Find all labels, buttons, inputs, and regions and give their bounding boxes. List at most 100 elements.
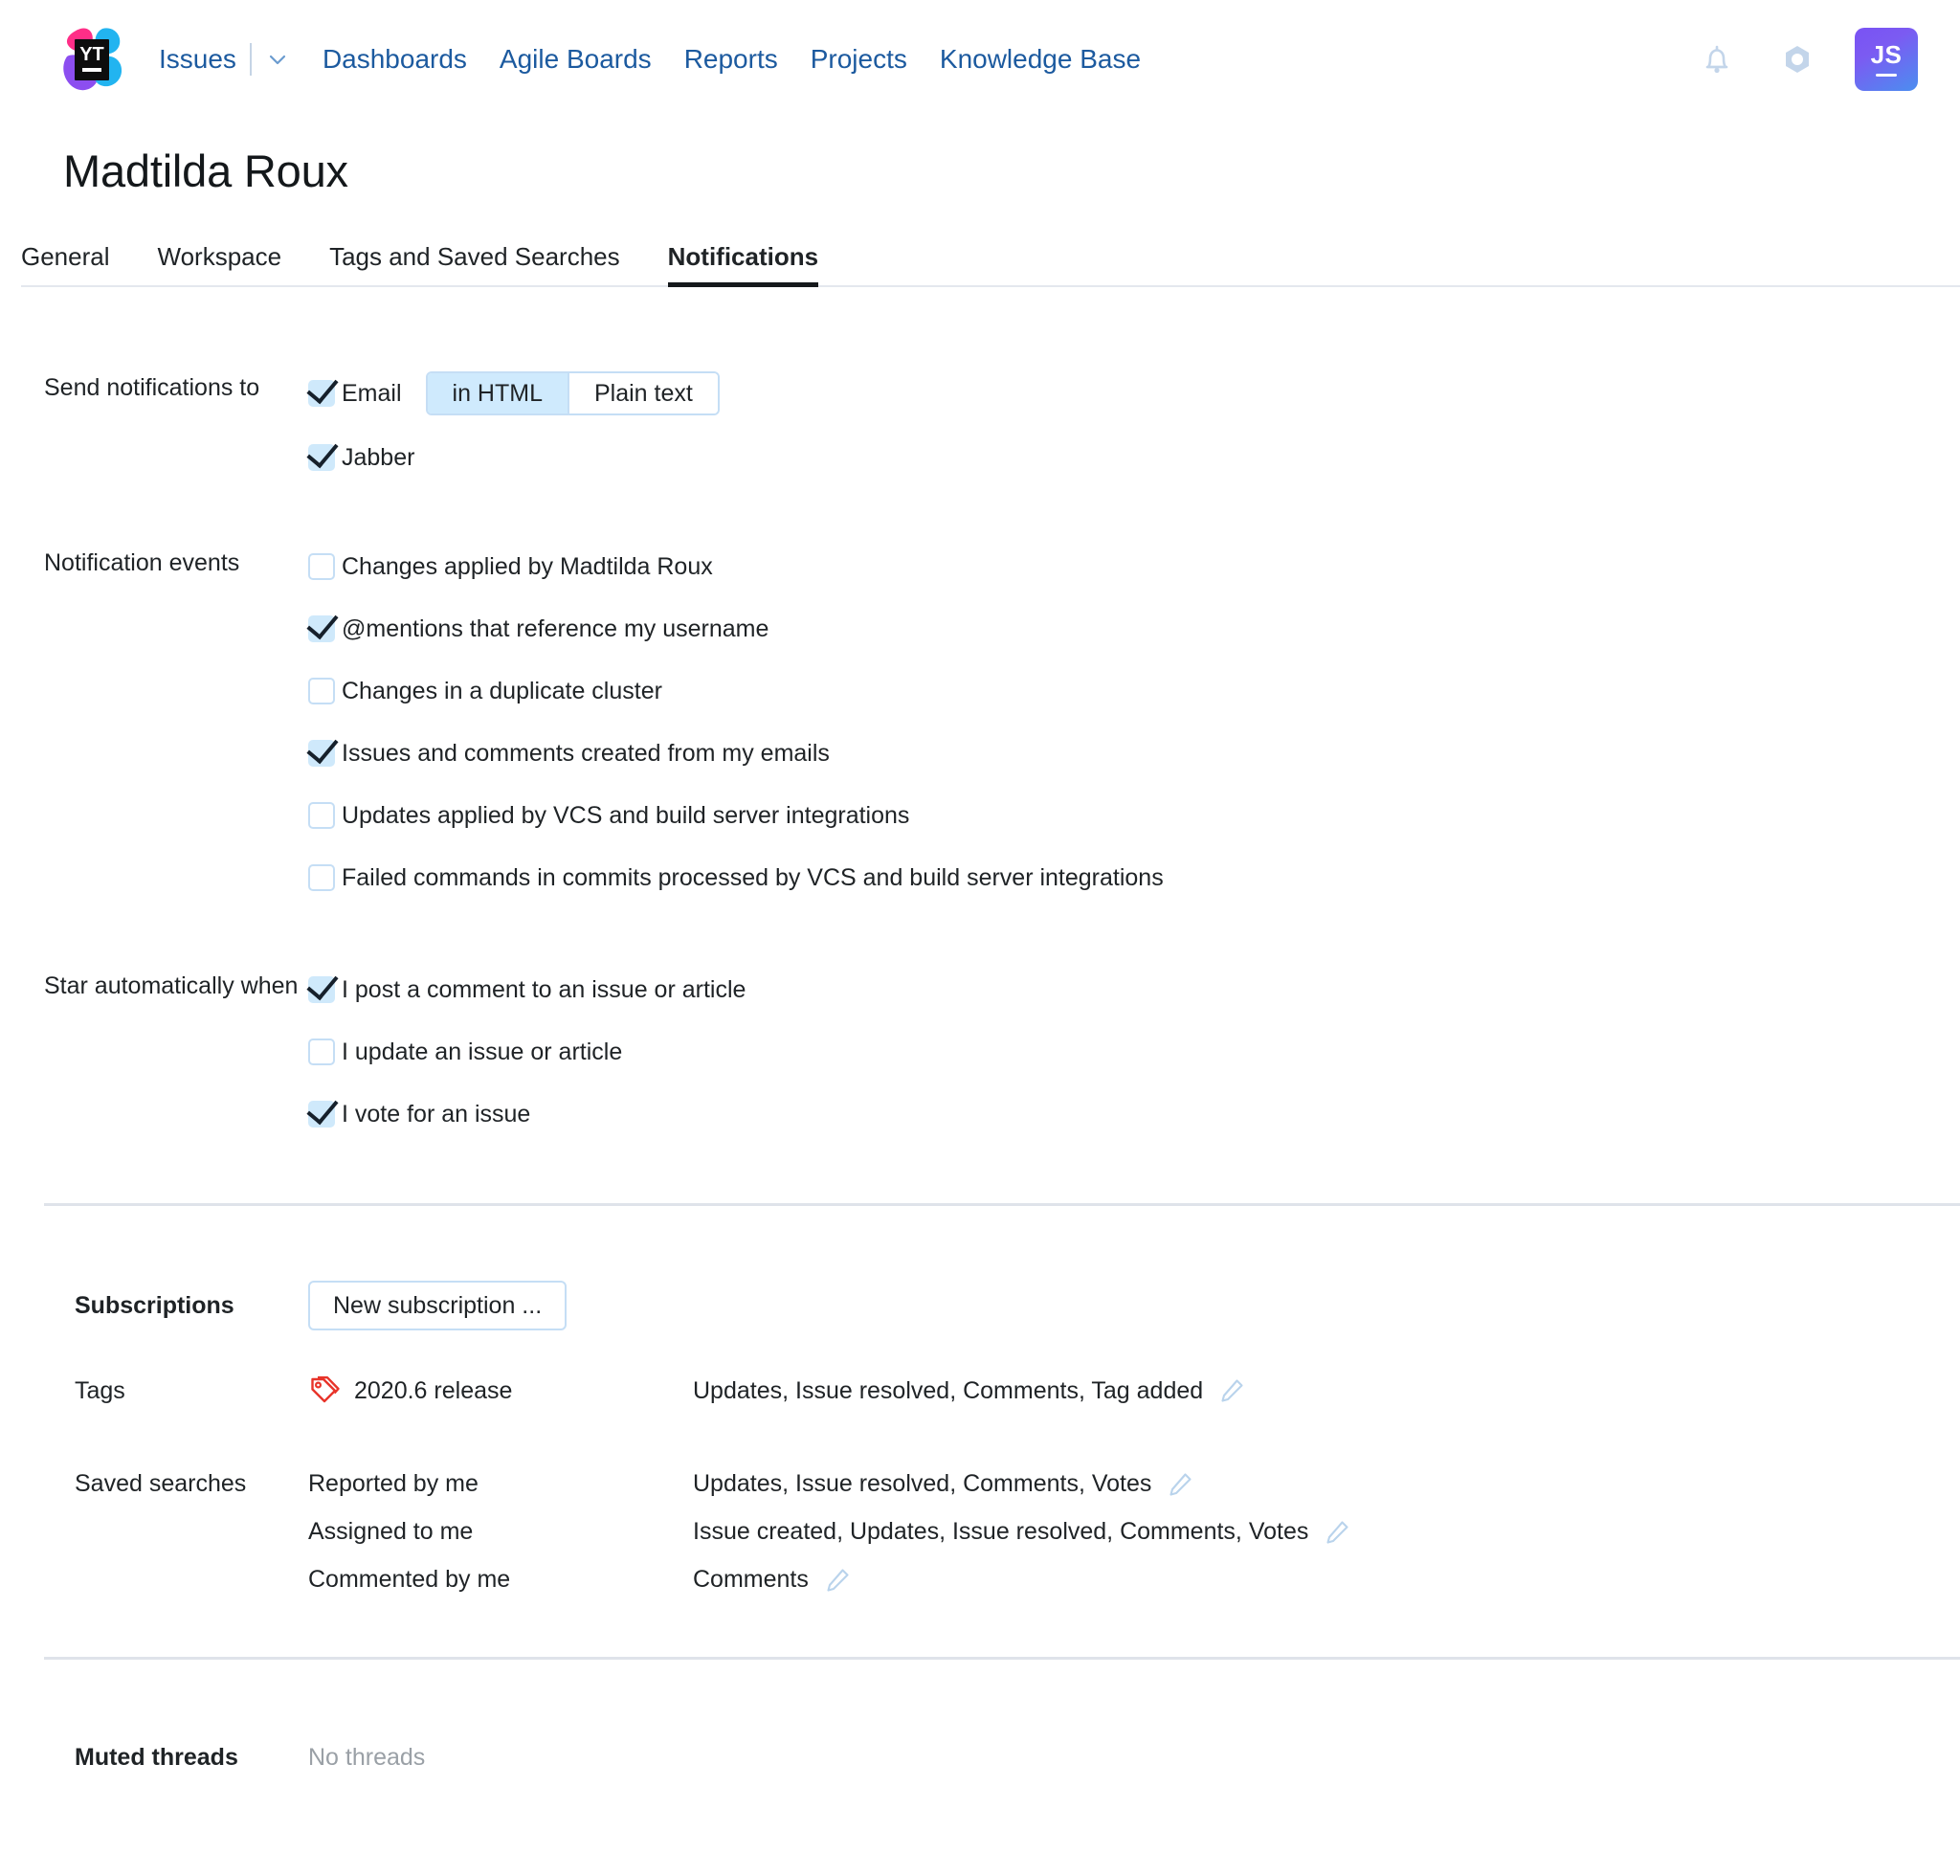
nav-knowledge-base[interactable]: Knowledge Base <box>940 38 1141 80</box>
star-rule-label: I vote for an issue <box>342 1100 531 1128</box>
muted-threads-row: Muted threads No threads <box>0 1744 1960 1772</box>
nav-agile-boards[interactable]: Agile Boards <box>500 38 652 80</box>
saved-search-row: Commented by me Comments <box>0 1566 1960 1594</box>
pencil-edit-icon[interactable] <box>1218 1377 1245 1404</box>
star-rule-row: I update an issue or article <box>308 1032 1960 1072</box>
event-label: Updates applied by VCS and build server … <box>342 801 910 829</box>
star-automatically-label: Star automatically when <box>44 972 299 999</box>
jabber-checkbox[interactable] <box>308 444 335 471</box>
event-label: Changes applied by Madtilda Roux <box>342 552 713 580</box>
main-nav: Issues Dashboards Agile Boards Reports P… <box>159 38 1173 80</box>
page-title: Madtilda Roux <box>63 145 348 196</box>
notification-event-row: Updates applied by VCS and build server … <box>308 795 1960 836</box>
saved-search-name-cell: Assigned to me <box>308 1518 693 1546</box>
send-notifications-section: Send notifications to Email in HTML Plai… <box>0 371 1960 478</box>
event-checkbox-changes-applied-by-user[interactable] <box>308 553 335 580</box>
star-automatically-section: Star automatically when I post a comment… <box>0 970 1960 1134</box>
subscriptions-label: Subscriptions <box>75 1291 234 1319</box>
svg-text:YT: YT <box>79 44 104 65</box>
format-plain-text-option[interactable]: Plain text <box>567 373 718 413</box>
saved-search-events: Issue created, Updates, Issue resolved, … <box>693 1518 1309 1545</box>
pencil-edit-icon[interactable] <box>1167 1471 1193 1498</box>
settings-tabs: General Workspace Tags and Saved Searche… <box>21 242 1960 287</box>
saved-searches-label: Saved searches <box>75 1470 247 1497</box>
notification-events-label: Notification events <box>44 549 240 576</box>
email-checkbox[interactable] <box>308 380 335 407</box>
nav-separator <box>249 42 252 76</box>
avatar-initials: JS <box>1870 39 1903 69</box>
notification-event-row: Changes in a duplicate cluster <box>308 671 1960 711</box>
youtrack-logo[interactable]: YT <box>56 24 126 95</box>
format-in-html-option[interactable]: in HTML <box>427 373 568 413</box>
chevron-down-icon[interactable] <box>265 47 290 72</box>
new-subscription-button[interactable]: New subscription ... <box>308 1281 568 1330</box>
star-checkbox-update-issue[interactable] <box>308 1038 335 1065</box>
jabber-row: Jabber <box>308 437 1960 478</box>
saved-search-events-cell: Issue created, Updates, Issue resolved, … <box>693 1518 1350 1546</box>
notification-events-section: Notification events Changes applied by M… <box>0 547 1960 898</box>
saved-search-name-cell: Reported by me <box>308 1470 693 1498</box>
event-checkbox-failed-commands[interactable] <box>308 864 335 891</box>
tag-events: Updates, Issue resolved, Comments, Tag a… <box>693 1376 1204 1404</box>
saved-search-events-cell: Comments <box>693 1566 851 1594</box>
notification-event-row: @mentions that reference my username <box>308 609 1960 649</box>
saved-search-row: Assigned to me Issue created, Updates, I… <box>0 1518 1960 1546</box>
header-actions: JS <box>1694 27 1918 91</box>
tags-label: Tags <box>75 1376 125 1404</box>
saved-search-name[interactable]: Reported by me <box>308 1470 479 1498</box>
event-checkbox-mentions[interactable] <box>308 615 335 642</box>
star-checkbox-post-comment[interactable] <box>308 976 335 1003</box>
tab-general[interactable]: General <box>21 242 110 287</box>
event-checkbox-issues-from-emails[interactable] <box>308 740 335 767</box>
tag-icon <box>308 1374 341 1407</box>
tab-tags-and-saved-searches[interactable]: Tags and Saved Searches <box>329 242 620 287</box>
email-label: Email <box>342 379 402 407</box>
subscriptions-header-row: Subscriptions New subscription ... <box>0 1281 1960 1330</box>
notification-event-row: Issues and comments created from my emai… <box>308 733 1960 773</box>
saved-search-events: Comments <box>693 1566 809 1593</box>
avatar[interactable]: JS <box>1855 27 1918 91</box>
send-notifications-label: Send notifications to <box>44 374 260 401</box>
saved-search-name-cell: Commented by me <box>308 1566 693 1594</box>
star-rule-row: I post a comment to an issue or article <box>308 970 1960 1010</box>
notification-event-row: Changes applied by Madtilda Roux <box>308 547 1960 587</box>
nav-issues[interactable]: Issues <box>159 38 236 80</box>
nut-settings-icon[interactable] <box>1774 36 1820 82</box>
muted-threads-label: Muted threads <box>75 1744 238 1771</box>
star-rule-row: I vote for an issue <box>308 1094 1960 1134</box>
avatar-dash <box>1876 73 1897 77</box>
tab-notifications[interactable]: Notifications <box>667 242 819 287</box>
saved-search-events-cell: Updates, Issue resolved, Comments, Votes <box>693 1470 1193 1498</box>
tag-name-cell: 2020.6 release <box>308 1374 693 1407</box>
event-checkbox-vcs-updates[interactable] <box>308 802 335 829</box>
tag-name[interactable]: 2020.6 release <box>354 1377 512 1405</box>
event-checkbox-duplicate-cluster[interactable] <box>308 678 335 704</box>
star-rule-label: I post a comment to an issue or article <box>342 975 746 1003</box>
saved-search-events: Updates, Issue resolved, Comments, Votes <box>693 1470 1152 1497</box>
star-checkbox-vote-issue[interactable] <box>308 1101 335 1128</box>
nav-dashboards[interactable]: Dashboards <box>323 38 467 80</box>
nav-issues-group: Issues <box>159 38 290 80</box>
pencil-edit-icon[interactable] <box>1324 1519 1350 1546</box>
bell-icon[interactable] <box>1694 36 1740 82</box>
pencil-edit-icon[interactable] <box>824 1567 851 1594</box>
youtrack-logo-icon: YT <box>63 27 122 90</box>
event-label: Changes in a duplicate cluster <box>342 677 662 704</box>
event-label: Failed commands in commits processed by … <box>342 863 1164 891</box>
tab-workspace[interactable]: Workspace <box>158 242 282 287</box>
tags-subscription-row: Tags 2020.6 release Updates, Issue resol… <box>0 1374 1960 1407</box>
email-format-segmented-control: in HTML Plain text <box>425 371 720 415</box>
nav-projects[interactable]: Projects <box>811 38 907 80</box>
jabber-label: Jabber <box>342 443 415 471</box>
saved-search-name[interactable]: Commented by me <box>308 1566 510 1594</box>
tag-events-cell: Updates, Issue resolved, Comments, Tag a… <box>693 1377 1245 1405</box>
event-label: @mentions that reference my username <box>342 614 769 642</box>
event-label: Issues and comments created from my emai… <box>342 739 830 767</box>
email-row: Email in HTML Plain text <box>308 371 1960 415</box>
saved-search-name[interactable]: Assigned to me <box>308 1518 473 1546</box>
saved-search-row: Saved searches Reported by me Updates, I… <box>0 1470 1960 1498</box>
nav-reports[interactable]: Reports <box>684 38 778 80</box>
notification-event-row: Failed commands in commits processed by … <box>308 858 1960 898</box>
muted-threads-value: No threads <box>308 1744 426 1771</box>
top-header: YT Issues Dashboards Agile Boards Report… <box>0 0 1960 118</box>
